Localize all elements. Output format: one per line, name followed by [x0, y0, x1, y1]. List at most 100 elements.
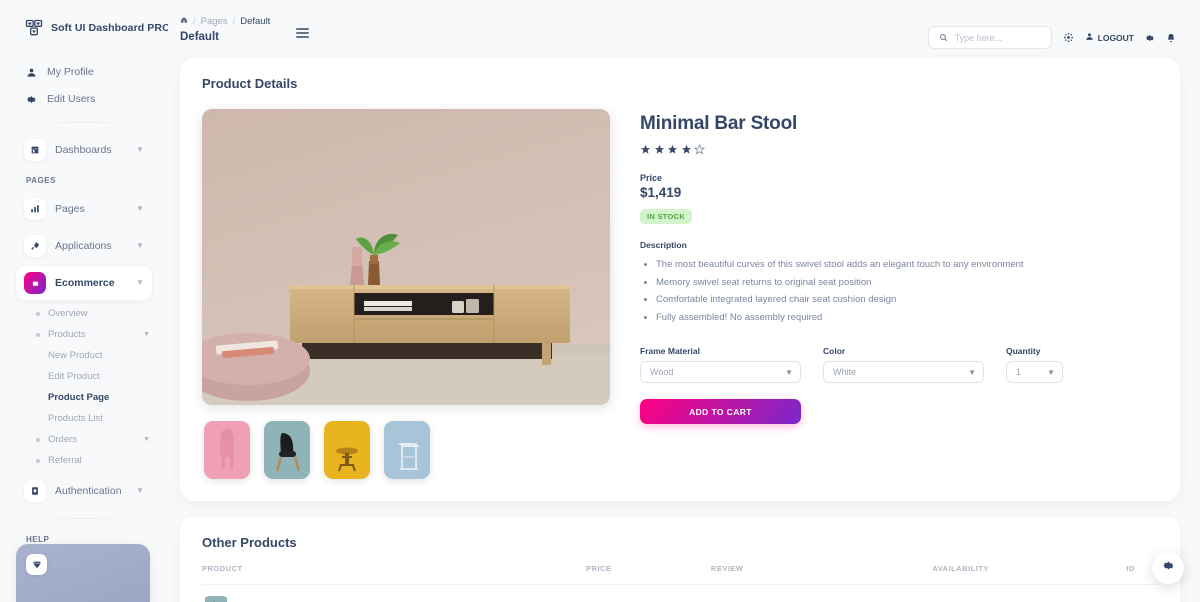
- home-icon[interactable]: [180, 16, 188, 27]
- other-products-table: PRODUCT PRICE REVIEW AVAILABILITY ID: [202, 564, 1158, 602]
- brand[interactable]: Soft UI Dashboard PRO: [8, 0, 168, 50]
- product-rating: [640, 142, 1158, 160]
- sidebar-item-dashboards[interactable]: Dashboards ▼: [16, 133, 152, 167]
- bullet-icon: [36, 332, 40, 337]
- hamburger-icon[interactable]: [296, 28, 310, 38]
- column-header-review: REVIEW: [710, 564, 933, 585]
- bell-icon[interactable]: [1166, 33, 1176, 43]
- cell-price: $89.53: [586, 585, 711, 602]
- sidebar-subitem-edit-product[interactable]: Edit Product: [26, 366, 156, 387]
- color-select[interactable]: White ▼: [823, 361, 984, 384]
- color-label: Color: [823, 346, 846, 357]
- sidebar-promo-card[interactable]: [16, 544, 150, 602]
- logout-button[interactable]: LOGOUT: [1085, 32, 1134, 43]
- topbar-actions: LOGOUT: [927, 26, 1176, 49]
- product-layout: Minimal Bar Stool Price $1,419 IN STOCK …: [202, 109, 1158, 479]
- other-products-title: Other Products: [202, 535, 297, 550]
- sidebar-subitem-new-product[interactable]: New Product: [26, 345, 156, 366]
- sidebar-subitem-orders[interactable]: Orders ▼: [26, 429, 156, 450]
- list-item: Fully assembled! No assembly required: [656, 309, 1158, 327]
- sidebar-item-my-profile[interactable]: My Profile: [16, 59, 152, 85]
- sidebar-subitem-label: Edit Product: [48, 371, 100, 382]
- add-to-cart-button[interactable]: ADD TO CART: [640, 399, 801, 425]
- rocket-icon: [24, 235, 46, 257]
- color-group: Color White ▼: [823, 346, 984, 384]
- sidebar-nav: My Profile Edit Users Dashboards ▼ PAGES: [8, 50, 160, 585]
- sidebar-divider-1: [26, 122, 142, 123]
- chevron-down-icon: ▼: [136, 241, 144, 250]
- sidebar-subitem-product-page[interactable]: Product Page: [26, 387, 156, 408]
- cell-product: Christopher Knight Home: [202, 585, 586, 602]
- topbar: / Pages / Default Default Type here... L…: [168, 0, 1200, 58]
- column-header-product: PRODUCT: [202, 564, 587, 585]
- main-content: / Pages / Default Default Type here... L…: [168, 0, 1200, 602]
- frame-material-value: Wood: [650, 367, 674, 378]
- sidebar-subitem-products[interactable]: Products ▼: [26, 324, 156, 345]
- gear-icon[interactable]: [1145, 33, 1155, 43]
- thumbnail-blue-stool[interactable]: [384, 421, 430, 479]
- settings-fab[interactable]: [1152, 552, 1184, 584]
- frame-material-label: Frame Material: [640, 346, 700, 357]
- chevron-down-icon: ▼: [1047, 367, 1055, 377]
- table-row[interactable]: Christopher Knight Home $89.53: [202, 585, 1158, 602]
- description-list: The most beautiful curves of this swivel…: [656, 256, 1158, 326]
- quantity-select[interactable]: 1 ▼: [1006, 361, 1063, 384]
- sidebar-subitem-label: Orders: [48, 434, 78, 445]
- star-icon-half: [693, 142, 706, 160]
- sidebar-subitem-label: Referral: [48, 455, 82, 466]
- cell-review: [711, 585, 932, 602]
- bullet-icon: [36, 311, 40, 316]
- star-icon-filled: [654, 142, 665, 160]
- sidebar-subitem-overview[interactable]: Overview: [26, 303, 156, 324]
- chevron-down-icon: ▼: [785, 367, 793, 377]
- thumbnail-pink[interactable]: [204, 421, 250, 479]
- sidebar-item-ecommerce[interactable]: Ecommerce ▼: [16, 266, 152, 300]
- star-icon-filled: [640, 142, 651, 160]
- product-info: Minimal Bar Stool Price $1,419 IN STOCK …: [640, 109, 1158, 479]
- color-value: White: [833, 367, 857, 378]
- sidebar-item-applications[interactable]: Applications ▼: [16, 229, 152, 263]
- sidebar-item-label: My Profile: [47, 66, 94, 78]
- sidebar-subitem-label: Products: [48, 329, 86, 340]
- sidebar-item-pages[interactable]: Pages ▼: [16, 192, 152, 226]
- table-header-row: PRODUCT PRICE REVIEW AVAILABILITY ID: [202, 564, 1158, 585]
- search-input[interactable]: [954, 32, 1041, 43]
- sidebar-item-edit-users[interactable]: Edit Users: [16, 86, 152, 112]
- chevron-down-icon: ▼: [968, 367, 976, 377]
- page-title: Default: [180, 31, 219, 43]
- status-badge: IN STOCK: [640, 209, 693, 224]
- search-box[interactable]: [927, 26, 1052, 49]
- breadcrumb-area: / Pages / Default Default: [180, 16, 310, 43]
- quantity-group: Quantity 1 ▼: [1006, 346, 1063, 384]
- sidebar-subitem-referral[interactable]: Referral: [26, 450, 156, 471]
- price-label: Price: [640, 173, 663, 183]
- bullet-icon: [36, 458, 40, 463]
- sidebar-subitem-label: Product Page: [48, 392, 110, 403]
- grid-logo-icon: [24, 18, 44, 38]
- gear-icon: [1162, 559, 1175, 577]
- app-root: Soft UI Dashboard PRO My Profile Edit Us…: [0, 0, 1200, 602]
- product-name: Minimal Bar Stool: [640, 113, 798, 134]
- sidebar-item-authentication[interactable]: Authentication ▼: [16, 474, 152, 508]
- sidebar-subitem-products-list[interactable]: Products List: [26, 408, 156, 429]
- sidebar-item-label: Edit Users: [47, 93, 96, 105]
- sidebar-ecommerce-children: Overview Products ▼ New Product Edit Pro…: [12, 303, 156, 471]
- sidebar-divider-2: [26, 518, 142, 519]
- bullet-icon: [36, 437, 40, 442]
- apps-icon[interactable]: [1063, 32, 1074, 43]
- thumbnail-yellow-stool[interactable]: [324, 421, 370, 479]
- thumbnail-teal-chair[interactable]: [264, 421, 310, 479]
- sidebar-subitem-label: Overview: [48, 308, 88, 319]
- star-icon-filled: [681, 142, 692, 160]
- sidebar-section-pages: PAGES: [26, 176, 56, 185]
- gear-icon: [24, 94, 38, 105]
- product-hero-image[interactable]: [202, 109, 610, 405]
- frame-material-select[interactable]: Wood ▼: [640, 361, 801, 384]
- breadcrumb-item-pages[interactable]: Pages: [201, 16, 228, 27]
- shop-icon: [24, 139, 46, 161]
- brand-name: Soft UI Dashboard PRO: [51, 22, 168, 34]
- card-title: Product Details: [202, 76, 298, 91]
- chevron-down-icon: ▼: [136, 278, 144, 287]
- product-gallery: [202, 109, 610, 479]
- cell-availability: [932, 585, 1126, 602]
